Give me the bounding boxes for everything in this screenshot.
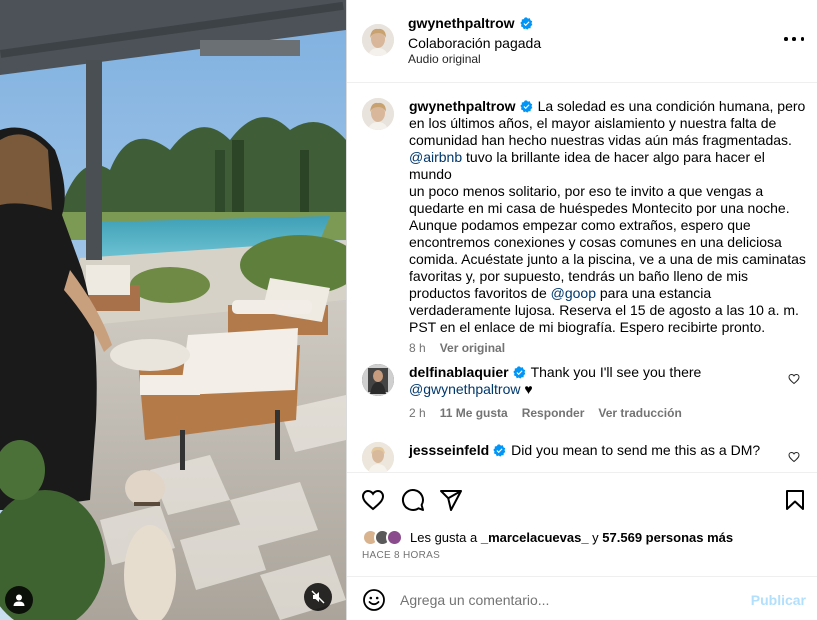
avatar[interactable] xyxy=(362,98,394,130)
likes-prefix: Les gusta a xyxy=(410,529,478,545)
profile-photo xyxy=(362,364,394,396)
profile-photo xyxy=(362,24,394,56)
paid-partnership-label[interactable]: Colaboración pagada xyxy=(408,35,541,51)
caption-line: Aunque podamos empezar como extraños, es… xyxy=(409,217,751,233)
comment-username[interactable]: jessseinfeld xyxy=(409,442,489,458)
likes-text: Les gusta a _marcelacuevas_ y 57.569 per… xyxy=(410,530,733,545)
dot-icon xyxy=(792,37,796,41)
caption-line: quedarte en mi casa de huéspedes Monteci… xyxy=(409,200,790,216)
comment-message: Thank you I'll see you there xyxy=(530,364,702,380)
caption-line: productos favoritos de @goop para una es… xyxy=(409,285,809,302)
verified-badge-icon xyxy=(519,100,532,113)
likes-summary[interactable]: Les gusta a _marcelacuevas_ y 57.569 per… xyxy=(362,526,733,548)
caption-line: encontremos conexiones y cosas comunes e… xyxy=(409,234,782,250)
caption-line: verdaderamente lujosa. Reserva el 15 de … xyxy=(409,302,799,318)
speaker-muted-icon xyxy=(311,590,325,604)
save-bookmark-icon[interactable] xyxy=(783,488,807,512)
caption-line: PST en el enlace de mi biografía. Espero… xyxy=(409,319,766,335)
like-comment-heart-icon[interactable] xyxy=(788,373,800,385)
caption-line: gwynethpaltrow La soledad es una condició… xyxy=(409,98,809,115)
profile-photo xyxy=(362,98,394,130)
comment-bubble-icon[interactable] xyxy=(401,488,425,512)
post-details: gwynethpaltrow Colaboración pagada Audio… xyxy=(346,0,817,620)
caption-line-text: para una estancia xyxy=(599,285,712,301)
instagram-post-modal: gwynethpaltrow Colaboración pagada Audio… xyxy=(0,0,817,620)
caption-line: favoritas y, por supuesto, tendrás un ba… xyxy=(409,268,749,284)
comment-username[interactable]: delfinablaquier xyxy=(409,364,509,380)
comments-section[interactable]: gwynethpaltrow La soledad es una condició… xyxy=(347,84,817,472)
verified-badge-icon xyxy=(519,16,532,30)
comment-age[interactable]: 2 h xyxy=(409,406,426,420)
likes-count[interactable]: 57.569 personas más xyxy=(602,530,733,545)
audio-label[interactable]: Audio original xyxy=(408,52,481,66)
mute-button[interactable] xyxy=(304,583,332,611)
caption-line: @airbnb tuvo la brillante idea de hacer … xyxy=(409,149,809,183)
add-comment-bar: Publicar xyxy=(347,576,817,620)
user-icon xyxy=(13,594,25,606)
likes-and: y xyxy=(592,529,599,545)
caption-username[interactable]: gwynethpaltrow xyxy=(409,98,516,114)
mention-link[interactable]: @airbnb xyxy=(409,149,462,165)
caption-line-text: productos favoritos de xyxy=(409,285,547,301)
emoji-icon[interactable] xyxy=(362,588,386,612)
caption-text: gwynethpaltrow La soledad es una condició… xyxy=(409,98,809,336)
mention-link[interactable]: @gwynethpaltrow xyxy=(409,381,521,397)
caption-line: comunidad han hecho nuestras vidas aún m… xyxy=(409,132,792,148)
see-original-button[interactable]: Ver original xyxy=(440,341,505,355)
share-paper-plane-icon[interactable] xyxy=(439,488,463,512)
caption-line-text: La soledad es una condición humana, pero xyxy=(537,98,806,114)
post-timestamp[interactable]: HACE 8 HORAS xyxy=(362,550,440,561)
verified-badge-icon xyxy=(493,444,506,457)
caption-line-text: tuvo la brillante idea de hacer algo par… xyxy=(409,149,765,182)
comment-line: delfinablaquier Thank you I'll see you th… xyxy=(409,364,789,381)
avatar[interactable] xyxy=(362,442,394,472)
like-comment-heart-icon[interactable] xyxy=(788,451,800,463)
caption-meta: 8 h Ver original xyxy=(409,341,505,355)
avatar[interactable] xyxy=(362,24,394,56)
heart-emoji: ♥ xyxy=(524,381,533,397)
avatar[interactable] xyxy=(362,364,394,396)
comment-meta: 2 h 11 Me gusta Responder Ver traducción xyxy=(409,406,682,420)
post-author[interactable]: gwynethpaltrow xyxy=(408,15,533,31)
profile-photo xyxy=(362,442,394,472)
video-frame xyxy=(0,0,346,620)
comment-line: jessseinfeld Did you mean to send me this… xyxy=(409,442,789,459)
liker-username[interactable]: _marcelacuevas_ xyxy=(481,530,589,545)
comment-text: delfinablaquier Thank you I'll see you th… xyxy=(409,364,789,398)
comment-line: @gwynethpaltrow ♥ xyxy=(409,381,789,398)
comment-text: jessseinfeld Did you mean to send me this… xyxy=(409,442,789,459)
dot-icon xyxy=(784,37,788,41)
comment-likes[interactable]: 11 Me gusta xyxy=(440,406,508,420)
see-translation-button[interactable]: Ver traducción xyxy=(598,406,681,420)
more-options-button[interactable] xyxy=(784,31,804,47)
reply-button[interactable]: Responder xyxy=(522,406,585,420)
tagged-users-button[interactable] xyxy=(5,586,33,614)
action-bar xyxy=(347,472,817,528)
post-header: gwynethpaltrow Colaboración pagada Audio… xyxy=(347,0,817,83)
comment-message: Did you mean to send me this as a DM? xyxy=(511,442,761,458)
mention-link[interactable]: @goop xyxy=(551,285,596,301)
caption-age[interactable]: 8 h xyxy=(409,341,426,355)
liker-avatar xyxy=(386,528,403,546)
comment-input[interactable] xyxy=(400,590,730,610)
dot-icon xyxy=(800,37,804,41)
caption-line: en los últimos años, el mayor aislamient… xyxy=(409,115,777,131)
caption-line: un poco menos solitario, por eso te invi… xyxy=(409,183,764,199)
verified-badge-icon xyxy=(512,366,525,379)
caption-line: comida. Acuéstate junto a la piscina, ve… xyxy=(409,251,806,267)
publish-button[interactable]: Publicar xyxy=(751,592,806,608)
post-video[interactable] xyxy=(0,0,346,620)
username[interactable]: gwynethpaltrow xyxy=(408,15,515,31)
like-heart-icon[interactable] xyxy=(361,488,385,512)
